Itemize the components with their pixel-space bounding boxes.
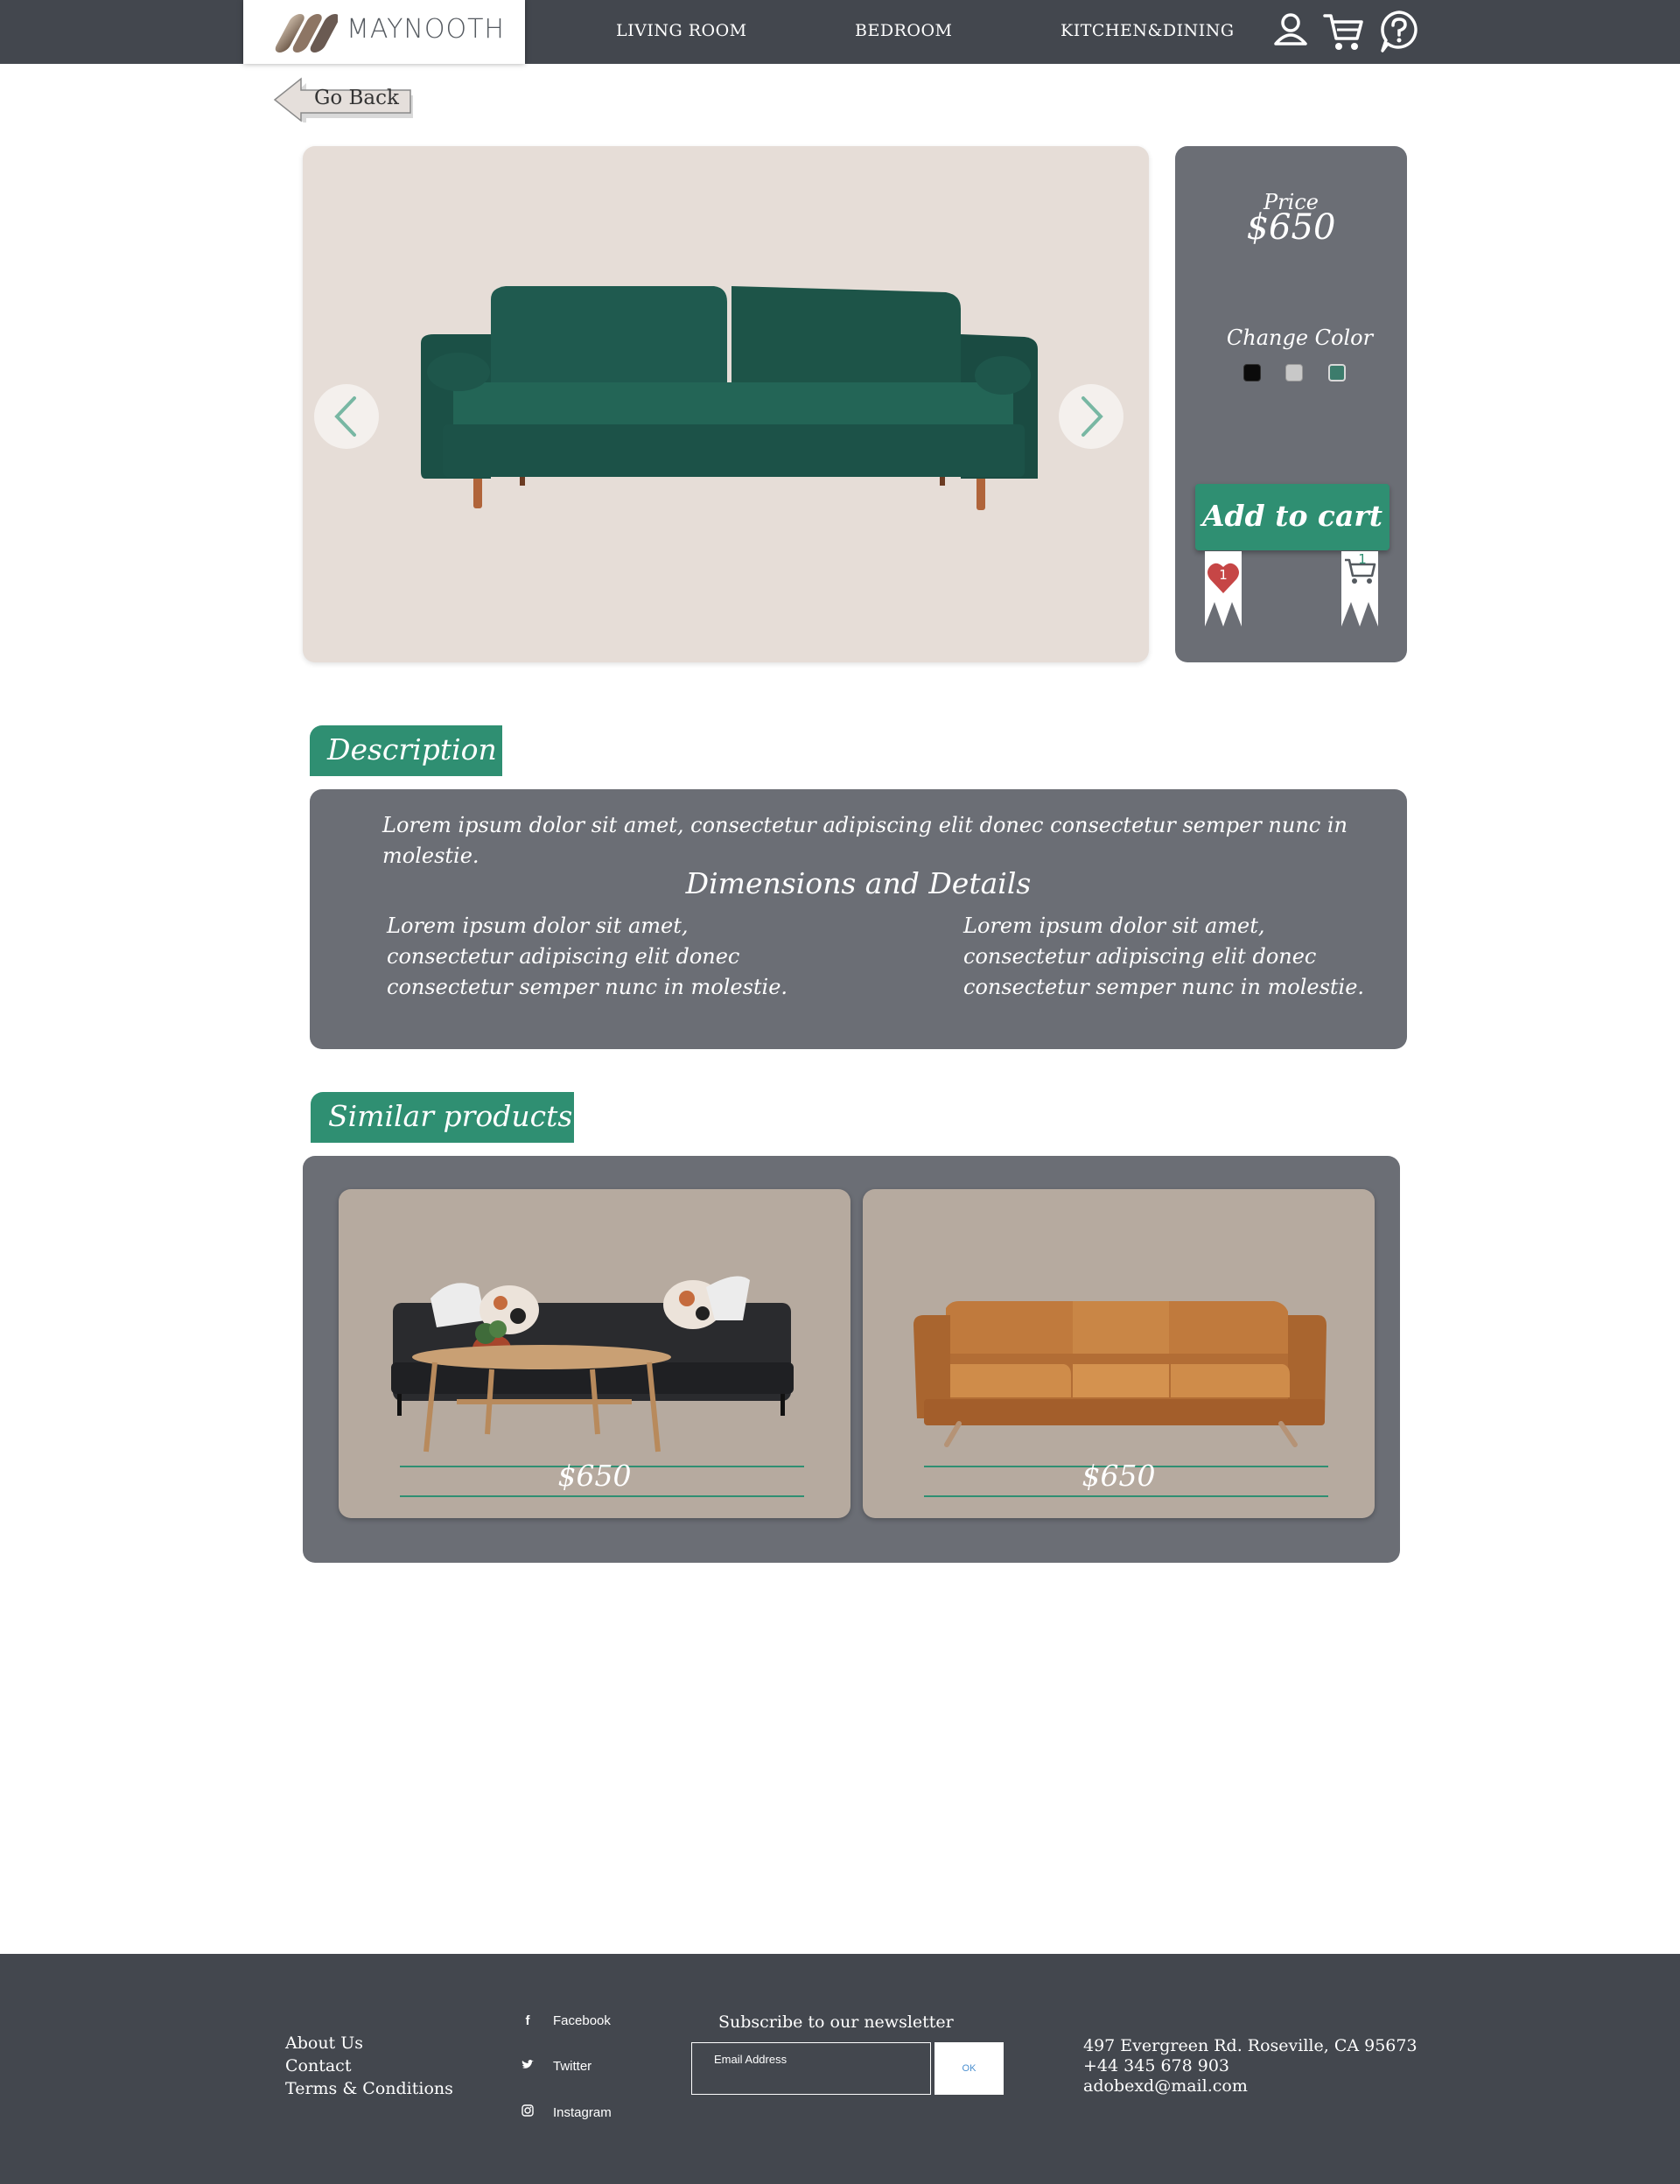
logo-text: MAYNOOTH (346, 14, 505, 45)
facebook-icon: f (525, 2013, 530, 2028)
help-icon[interactable] (1377, 9, 1421, 54)
color-swatch-black[interactable] (1243, 364, 1261, 382)
card-divider-bottom (400, 1495, 804, 1497)
purchase-panel: Price $650 Change Color Add to cart 1 1 (1175, 146, 1407, 662)
similar-products-panel: $650 $650 (303, 1156, 1400, 1563)
footer-link-about[interactable]: About Us (285, 2034, 363, 2053)
similar-product-price: $650 (557, 1459, 632, 1493)
dimensions-left-text: Lorem ipsum dolor sit amet, consectetur … (387, 914, 788, 999)
go-back-label: Go Back (314, 87, 399, 109)
social-instagram[interactable]: Instagram (520, 2104, 612, 2120)
facebook-label: Facebook (553, 2013, 611, 2028)
carousel-next-button[interactable] (1059, 384, 1124, 449)
cart-icon[interactable] (1321, 9, 1365, 54)
similar-product-card[interactable]: $650 (339, 1189, 850, 1518)
nav-bedroom[interactable]: BEDROOM (855, 21, 952, 40)
social-facebook[interactable]: f Facebook (520, 2013, 611, 2028)
twitter-label: Twitter (553, 2059, 592, 2074)
price-value: $650 (1246, 207, 1336, 248)
wishlist-count: 1 (1219, 567, 1228, 583)
footer-address: 497 Evergreen Rd. Roseville, CA 95673 (1083, 2036, 1418, 2055)
product-image-carousel (303, 146, 1149, 662)
add-to-cart-button[interactable]: Add to cart (1195, 484, 1390, 550)
logo-mark-icon (275, 14, 338, 52)
description-text: Lorem ipsum dolor sit amet, consectetur … (382, 813, 1348, 868)
change-color-label: Change Color (1226, 326, 1374, 350)
footer-link-contact[interactable]: Contact (285, 2056, 351, 2076)
cart-ribbon[interactable]: 1 (1340, 551, 1380, 626)
color-swatch-green[interactable] (1328, 364, 1346, 382)
dimensions-right-text: Lorem ipsum dolor sit amet, consectetur … (963, 914, 1365, 999)
nav-kitchen-dining[interactable]: KITCHEN&DINING (1060, 21, 1235, 40)
footer: About Us Contact Terms & Conditions f Fac… (0, 1954, 1680, 2184)
product-image-green-sofa (421, 286, 1038, 510)
description-panel: Lorem ipsum dolor sit amet, consectetur … (310, 789, 1407, 1049)
nav-living-room[interactable]: LIVING ROOM (616, 21, 747, 40)
similar-product-price: $650 (1082, 1459, 1156, 1493)
similar-products-tab[interactable]: Similar products (311, 1092, 574, 1143)
heart-icon: 1 (1205, 551, 1242, 626)
cart-ribbon-icon: 1 (1341, 551, 1378, 626)
footer-phone: +44 345 678 903 (1083, 2056, 1230, 2076)
top-navigation-bar: MAYNOOTH LIVING ROOM BEDROOM KITCHEN&DIN… (0, 0, 1680, 64)
newsletter-email-input[interactable] (691, 2042, 931, 2095)
go-back-button[interactable]: Go Back (273, 77, 413, 122)
logo[interactable]: MAYNOOTH (243, 0, 525, 64)
footer-link-terms[interactable]: Terms & Conditions (285, 2079, 453, 2098)
card-divider-bottom (924, 1495, 1328, 1497)
description-tab[interactable]: Description (310, 725, 502, 776)
carousel-prev-button[interactable] (314, 384, 379, 449)
newsletter-title: Subscribe to our newsletter (718, 2012, 954, 2032)
cart-count: 1 (1358, 551, 1367, 567)
user-icon[interactable] (1269, 9, 1312, 54)
dimensions-title: Dimensions and Details (685, 866, 1032, 900)
chevron-left-icon (334, 396, 356, 437)
color-swatch-grey[interactable] (1285, 364, 1303, 382)
footer-email[interactable]: adobexd@mail.com (1083, 2076, 1248, 2096)
chevron-right-icon (1082, 396, 1103, 437)
instagram-icon (520, 2104, 536, 2120)
similar-product-card[interactable]: $650 (863, 1189, 1375, 1518)
instagram-label: Instagram (553, 2105, 612, 2120)
wishlist-ribbon[interactable]: 1 (1203, 551, 1243, 626)
twitter-icon (520, 2059, 536, 2074)
newsletter-ok-button[interactable]: OK (934, 2042, 1004, 2095)
social-twitter[interactable]: Twitter (520, 2059, 592, 2074)
